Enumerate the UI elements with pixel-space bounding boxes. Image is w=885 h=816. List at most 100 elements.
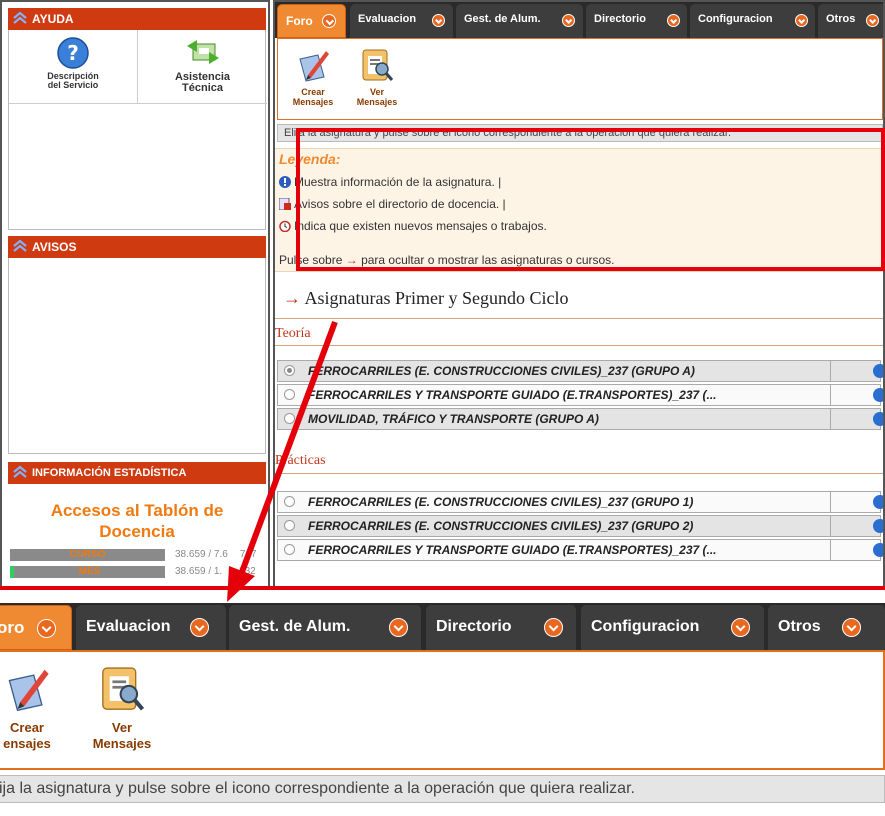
dropdown-arrow-icon[interactable] <box>322 14 336 28</box>
collapse-chevron-icon <box>13 465 27 478</box>
annotation-arrow-icon <box>227 320 338 602</box>
annotation-separator-line <box>0 586 885 590</box>
tab-label: Foro <box>286 14 313 28</box>
tab-foro[interactable]: Foro <box>277 4 346 38</box>
tab-label: Configuracion <box>591 618 700 635</box>
annotation-highlight-box <box>296 128 885 271</box>
dropdown-arrow-icon[interactable] <box>866 14 879 27</box>
info-icon <box>873 495 883 509</box>
view-messages-icon <box>102 667 145 711</box>
collapse-chevron-icon <box>13 239 27 252</box>
dropdown-arrow-icon[interactable] <box>544 618 563 637</box>
subject-row[interactable]: FERROCARRILES Y TRANSPORTE GUIADO (E.TRA… <box>277 539 883 561</box>
tab-label: Gest. de Alum. <box>239 618 351 635</box>
forum-panel: Foro Evaluacion Gest. de Alum. Directori… <box>273 0 885 588</box>
tab-label: Gest. de Alum. <box>464 13 541 25</box>
notices-header[interactable]: AVISOS <box>8 236 266 258</box>
stats-bar-label: MES <box>10 566 165 578</box>
service-description-label-2: del Servicio <box>47 80 99 90</box>
dropdown-arrow-icon[interactable] <box>562 14 575 27</box>
subject-row[interactable]: FERROCARRILES (E. CONSTRUCCIONES CIVILES… <box>277 360 883 382</box>
subject-info-button[interactable] <box>830 361 883 381</box>
subject-row[interactable]: FERROCARRILES (E. CONSTRUCCIONES CIVILES… <box>277 515 883 537</box>
clock-icon <box>279 220 291 232</box>
tab-configuracion[interactable]: Configuracion <box>690 4 815 38</box>
help-header[interactable]: AYUDA <box>8 8 266 30</box>
zoom-tab-directorio[interactable]: Directorio <box>426 605 576 650</box>
zoom-view-messages-button[interactable]: Ver Mensajes <box>82 664 162 752</box>
divider <box>275 473 883 474</box>
tab-label: Directorio <box>594 13 646 25</box>
dropdown-arrow-icon[interactable] <box>731 618 750 637</box>
tab-label: Otros <box>778 618 821 635</box>
subject-info-button[interactable] <box>830 409 883 429</box>
svg-text:?: ? <box>67 41 79 65</box>
zoom-tab-gest-alum[interactable]: Gest. de Alum. <box>229 605 421 650</box>
subject-info-button[interactable] <box>830 516 883 536</box>
tab-otros[interactable]: Otros <box>818 4 883 38</box>
create-message-label-2: ensajes <box>3 736 51 751</box>
divider <box>275 345 883 346</box>
subject-name: FERROCARRILES Y TRANSPORTE GUIADO (E.TRA… <box>308 388 717 402</box>
subject-info-button[interactable] <box>830 540 883 560</box>
info-icon <box>873 364 883 378</box>
info-icon <box>873 519 883 533</box>
tab-label: Evaluacion <box>86 618 171 635</box>
subject-row[interactable]: MOVILIDAD, TRÁFICO Y TRANSPORTE (GRUPO A… <box>277 408 883 430</box>
zoom-tab-evaluacion[interactable]: Evaluacion <box>76 605 226 650</box>
zoom-tab-configuracion[interactable]: Configuracion <box>581 605 764 650</box>
subjects-heading-text: Asignaturas Primer y Segundo Ciclo <box>304 288 569 308</box>
zoom-tab-bar: oro Evaluacion Gest. de Alum. Directorio… <box>0 603 885 650</box>
directory-icon <box>279 198 291 210</box>
stats-header-label: INFORMACIÓN ESTADÍSTICA <box>32 467 187 479</box>
zoomed-toolbar-panel: oro Evaluacion Gest. de Alum. Directorio… <box>0 603 885 816</box>
dropdown-arrow-icon[interactable] <box>190 618 209 637</box>
subject-row[interactable]: FERROCARRILES (E. CONSTRUCCIONES CIVILES… <box>277 491 883 513</box>
zoom-tab-foro[interactable]: oro <box>0 605 72 650</box>
tab-label: Configuracion <box>698 13 773 25</box>
technical-assistance-link[interactable]: Asistencia Técnica <box>138 30 267 104</box>
collapse-chevron-icon <box>13 11 27 24</box>
technical-assistance-label-2: Técnica <box>182 82 223 94</box>
view-messages-label-1: Ver <box>369 87 384 97</box>
subjects-heading[interactable]: → Asignaturas Primer y Segundo Ciclo <box>283 288 569 309</box>
tab-evaluacion[interactable]: Evaluacion <box>350 4 453 38</box>
help-header-label: AYUDA <box>32 12 74 26</box>
zoom-tab-otros[interactable]: Otros <box>768 605 885 650</box>
info-icon <box>279 176 291 188</box>
view-messages-label-2: Mensajes <box>356 97 398 107</box>
subject-row[interactable]: FERROCARRILES Y TRANSPORTE GUIADO (E.TRA… <box>277 384 883 406</box>
subject-name: FERROCARRILES (E. CONSTRUCCIONES CIVILES… <box>308 519 694 533</box>
dropdown-arrow-icon[interactable] <box>37 619 56 638</box>
tab-gest-alum[interactable]: Gest. de Alum. <box>456 4 583 38</box>
info-icon <box>873 388 883 402</box>
zoom-toolbar: Crear ensajes Ver Mensajes <box>0 650 885 770</box>
tab-directorio[interactable]: Directorio <box>586 4 687 38</box>
subject-name: FERROCARRILES (E. CONSTRUCCIONES CIVILES… <box>308 364 695 378</box>
help-panel: ? Descripción del Servicio Asistencia Té… <box>8 30 267 230</box>
view-messages-button[interactable]: Ver Mensajes <box>348 47 406 107</box>
dropdown-arrow-icon[interactable] <box>795 14 808 27</box>
subject-name: FERROCARRILES (E. CONSTRUCCIONES CIVILES… <box>308 495 694 509</box>
dropdown-arrow-icon[interactable] <box>842 618 861 637</box>
notices-header-label: AVISOS <box>32 240 77 254</box>
create-message-button[interactable]: Crear Mensajes <box>284 47 342 107</box>
subject-info-button[interactable] <box>830 385 883 405</box>
info-icon <box>873 412 883 426</box>
dropdown-arrow-icon[interactable] <box>432 14 445 27</box>
arrow-right-icon: → <box>283 288 301 308</box>
dropdown-arrow-icon[interactable] <box>389 618 408 637</box>
create-message-icon <box>8 669 49 712</box>
assistance-icon <box>186 40 219 64</box>
toolbar: Crear Mensajes Ver Mensajes <box>277 38 883 120</box>
tab-label: Evaluacion <box>358 13 417 25</box>
create-message-icon <box>299 51 329 82</box>
subject-name: MOVILIDAD, TRÁFICO Y TRANSPORTE (GRUPO A… <box>308 412 599 426</box>
dropdown-arrow-icon[interactable] <box>667 14 680 27</box>
create-message-label-1: Crear <box>301 87 325 97</box>
divider <box>275 318 883 319</box>
zoom-create-message-button[interactable]: Crear ensajes <box>0 664 62 752</box>
subject-name: FERROCARRILES Y TRANSPORTE GUIADO (E.TRA… <box>308 543 717 557</box>
subject-info-button[interactable] <box>830 492 883 512</box>
service-description-link[interactable]: ? Descripción del Servicio <box>9 30 138 104</box>
